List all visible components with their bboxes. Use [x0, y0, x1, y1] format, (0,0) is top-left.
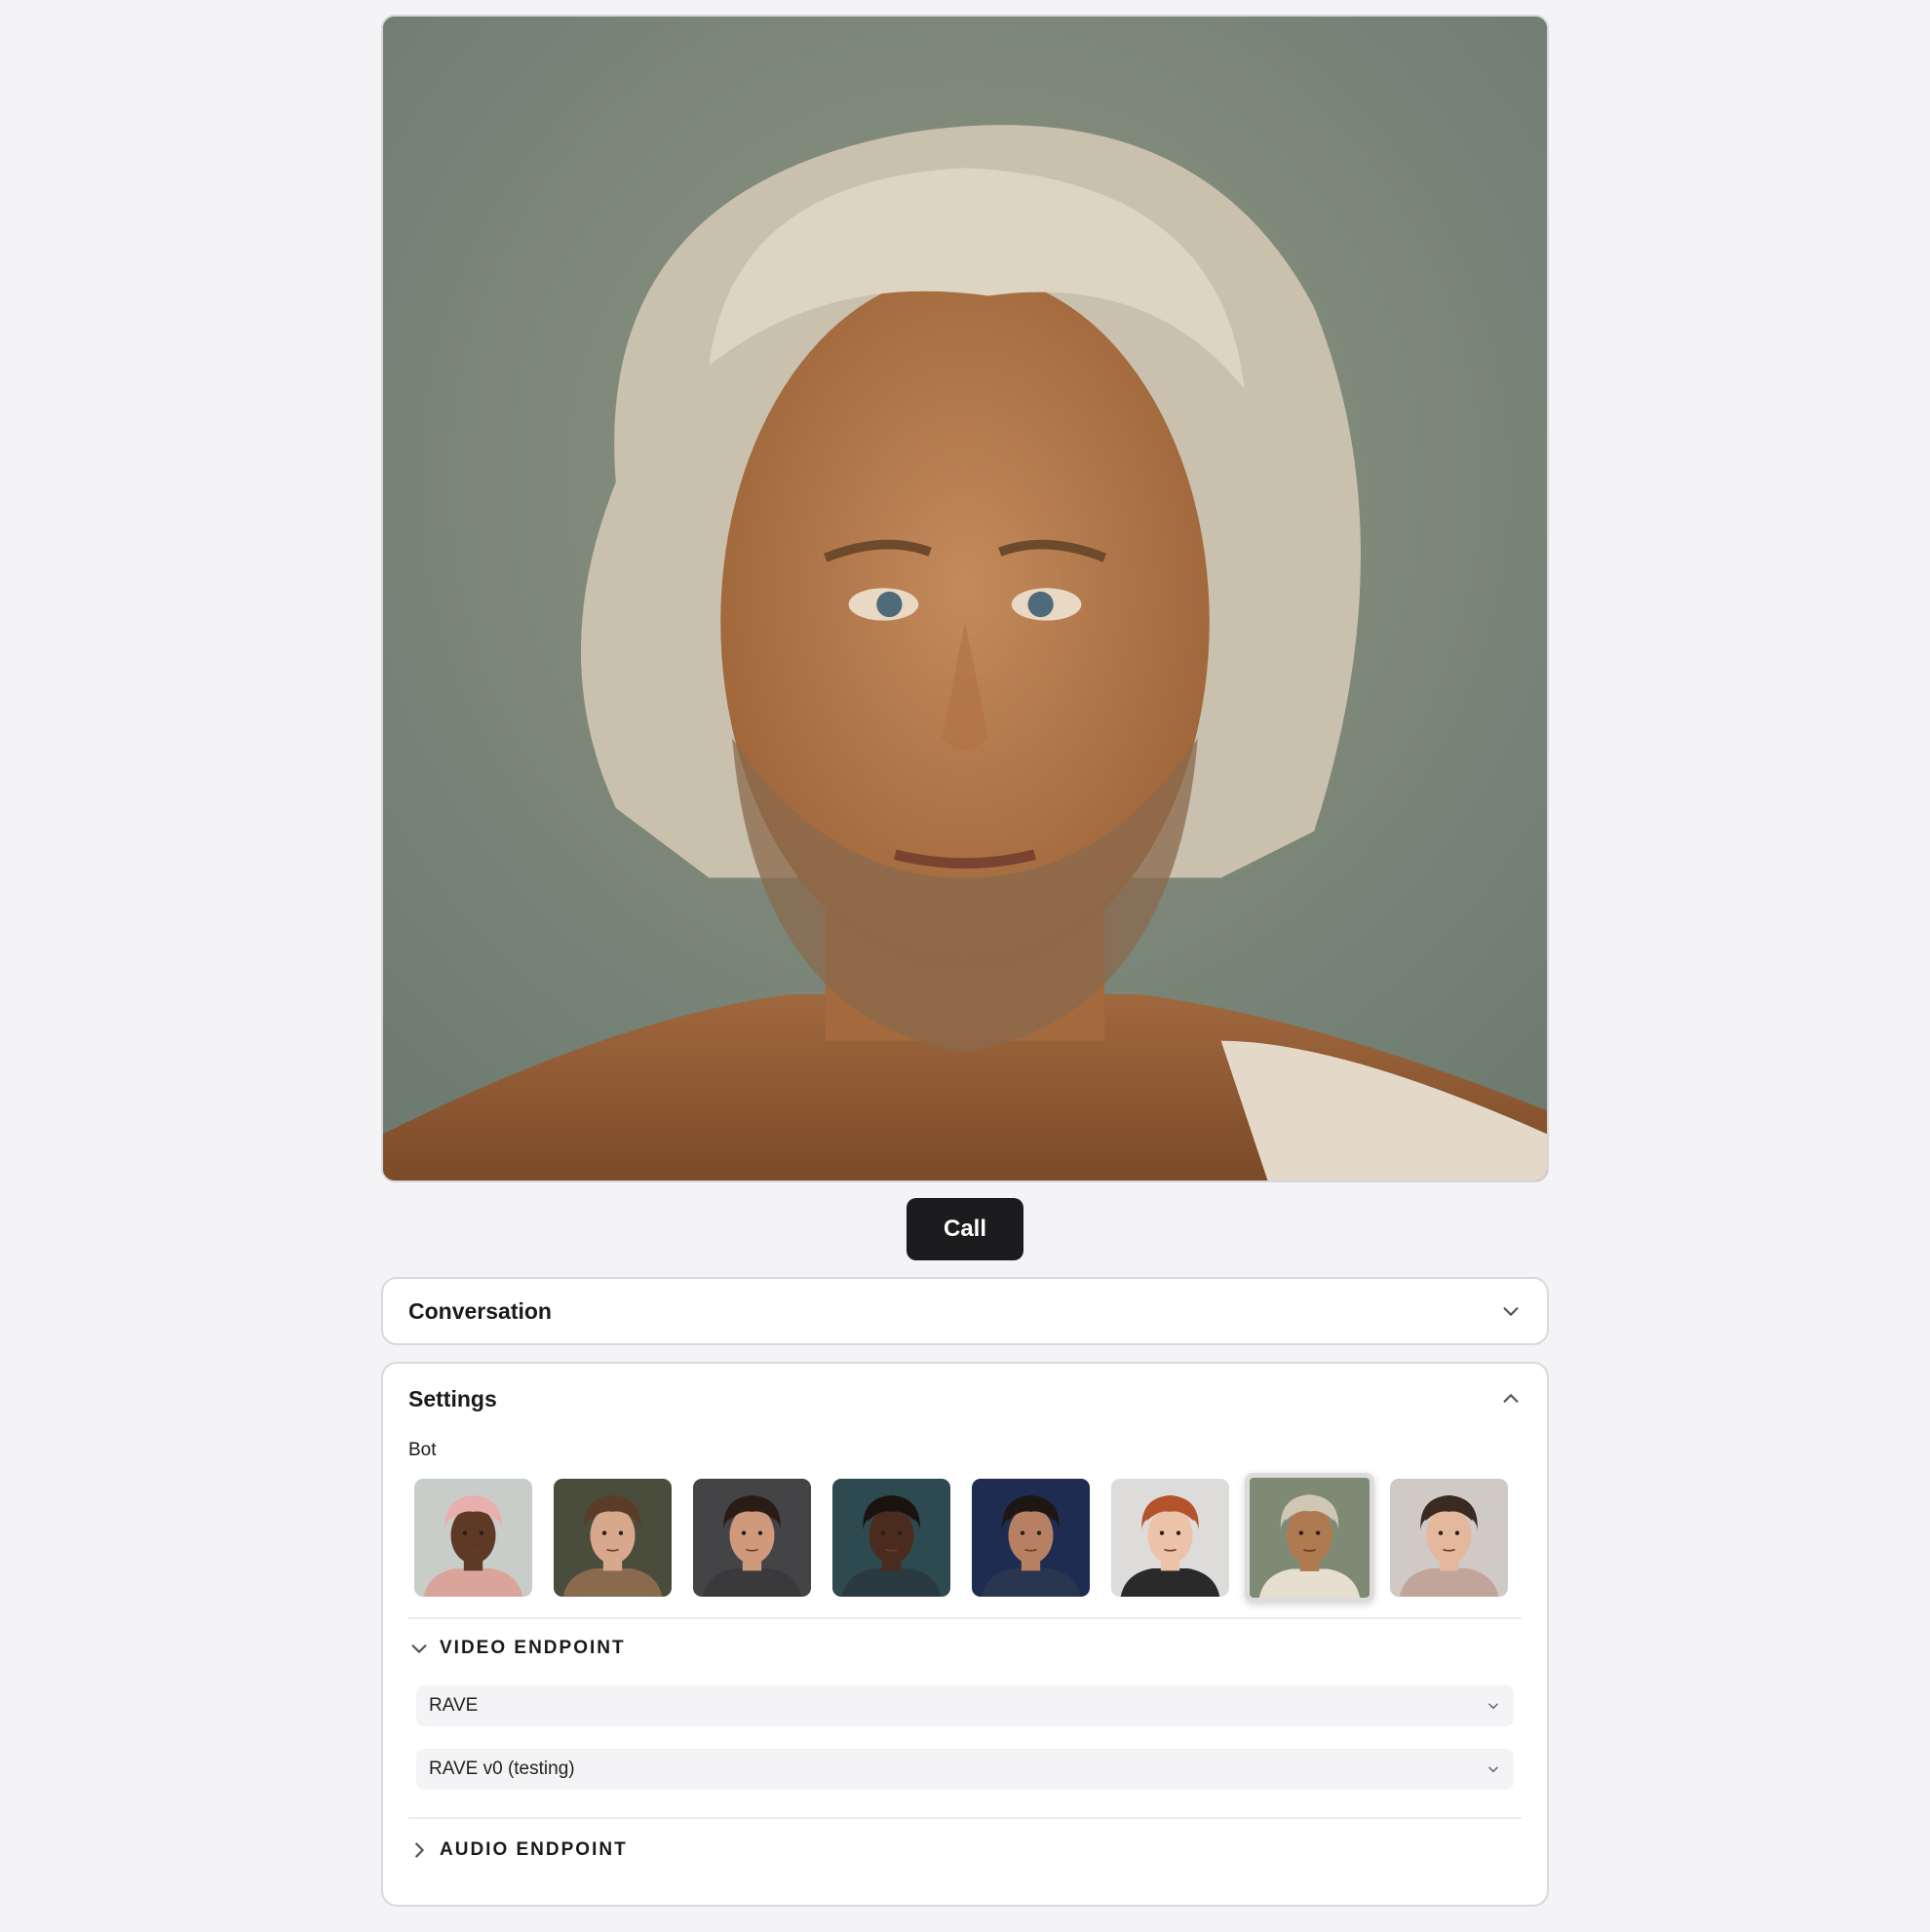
settings-header[interactable]: Settings — [383, 1364, 1547, 1434]
chevron-up-icon — [1503, 1394, 1519, 1403]
audio-endpoint-label: AUDIO ENDPOINT — [440, 1839, 628, 1860]
video-endpoint-toggle[interactable]: VIDEO ENDPOINT — [408, 1619, 1522, 1678]
avatar-image — [832, 1478, 950, 1597]
avatar-image — [1390, 1478, 1508, 1597]
avatar-image — [554, 1478, 672, 1597]
chevron-down-icon — [1488, 1766, 1498, 1773]
conversation-title: Conversation — [408, 1297, 552, 1324]
conversation-panel: Conversation — [381, 1277, 1549, 1345]
call-button[interactable]: Call — [907, 1198, 1023, 1260]
video-provider-select[interactable]: RAVE — [416, 1685, 1514, 1726]
avatar-image — [1250, 1477, 1370, 1598]
app-container: Call Conversation Settings Bot VIDEO END… — [381, 15, 1549, 1907]
divider — [408, 1817, 1522, 1819]
avatar-image — [693, 1478, 811, 1597]
video-model-select[interactable]: RAVE v0 (testing) — [416, 1749, 1514, 1790]
bot-selector — [408, 1472, 1522, 1603]
chevron-right-icon — [415, 1842, 424, 1858]
avatar-image — [972, 1478, 1090, 1597]
conversation-header[interactable]: Conversation — [383, 1279, 1547, 1343]
video-provider-value: RAVE — [429, 1695, 479, 1716]
video-endpoint-label: VIDEO ENDPOINT — [440, 1638, 626, 1658]
bot-avatar-option[interactable] — [972, 1478, 1090, 1597]
bot-avatar-option[interactable] — [554, 1478, 672, 1597]
settings-title: Settings — [408, 1385, 497, 1411]
avatar-image — [414, 1478, 532, 1597]
audio-endpoint-toggle[interactable]: AUDIO ENDPOINT — [408, 1821, 1522, 1879]
video-model-value: RAVE v0 (testing) — [429, 1758, 575, 1779]
bot-label: Bot — [408, 1440, 437, 1460]
bot-avatar-option[interactable] — [693, 1478, 811, 1597]
bot-video-preview — [381, 15, 1549, 1182]
bot-avatar-option[interactable] — [1111, 1478, 1229, 1597]
bot-avatar-option[interactable] — [832, 1478, 950, 1597]
chevron-down-icon — [1488, 1703, 1498, 1710]
chevron-down-icon — [411, 1644, 427, 1653]
chevron-down-icon — [1503, 1307, 1519, 1316]
bot-avatar-option[interactable] — [1390, 1478, 1508, 1597]
bot-avatar-option[interactable] — [414, 1478, 532, 1597]
bot-avatar-option[interactable] — [1245, 1472, 1374, 1603]
settings-panel: Settings Bot VIDEO ENDPOINT RAVE RAVE v0… — [381, 1362, 1549, 1907]
avatar-image — [1111, 1478, 1229, 1597]
portrait-image — [383, 17, 1547, 1180]
